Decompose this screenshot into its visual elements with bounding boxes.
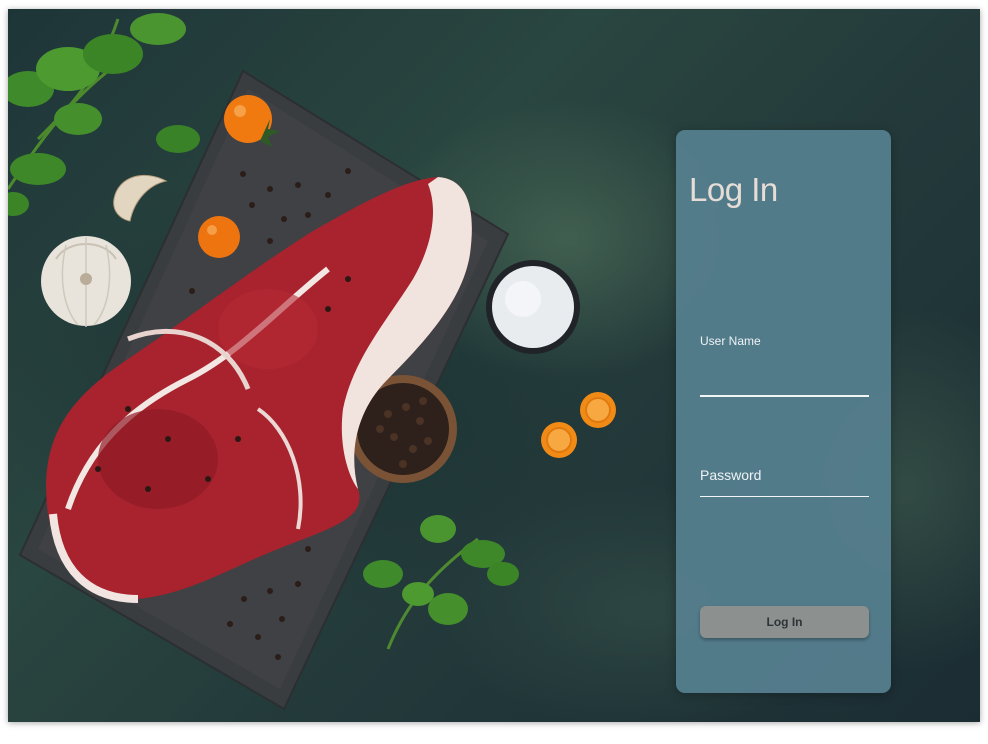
login-card: Log In User Name Password Log In: [676, 130, 891, 693]
login-button[interactable]: Log In: [700, 606, 869, 638]
garlic-clove: [113, 174, 168, 222]
cilantro-sprig: [363, 515, 519, 650]
cherry-tomato-2: [198, 216, 240, 258]
garlic-bulb: [41, 236, 131, 327]
username-input[interactable]: [700, 373, 869, 397]
username-label: User Name: [700, 334, 761, 348]
password-input[interactable]: [700, 474, 869, 497]
salt-bowl: [486, 260, 580, 354]
parsley-top-left: [8, 13, 200, 216]
page-frame: Log In User Name Password Log In: [8, 9, 980, 722]
login-title: Log In: [689, 171, 778, 208]
